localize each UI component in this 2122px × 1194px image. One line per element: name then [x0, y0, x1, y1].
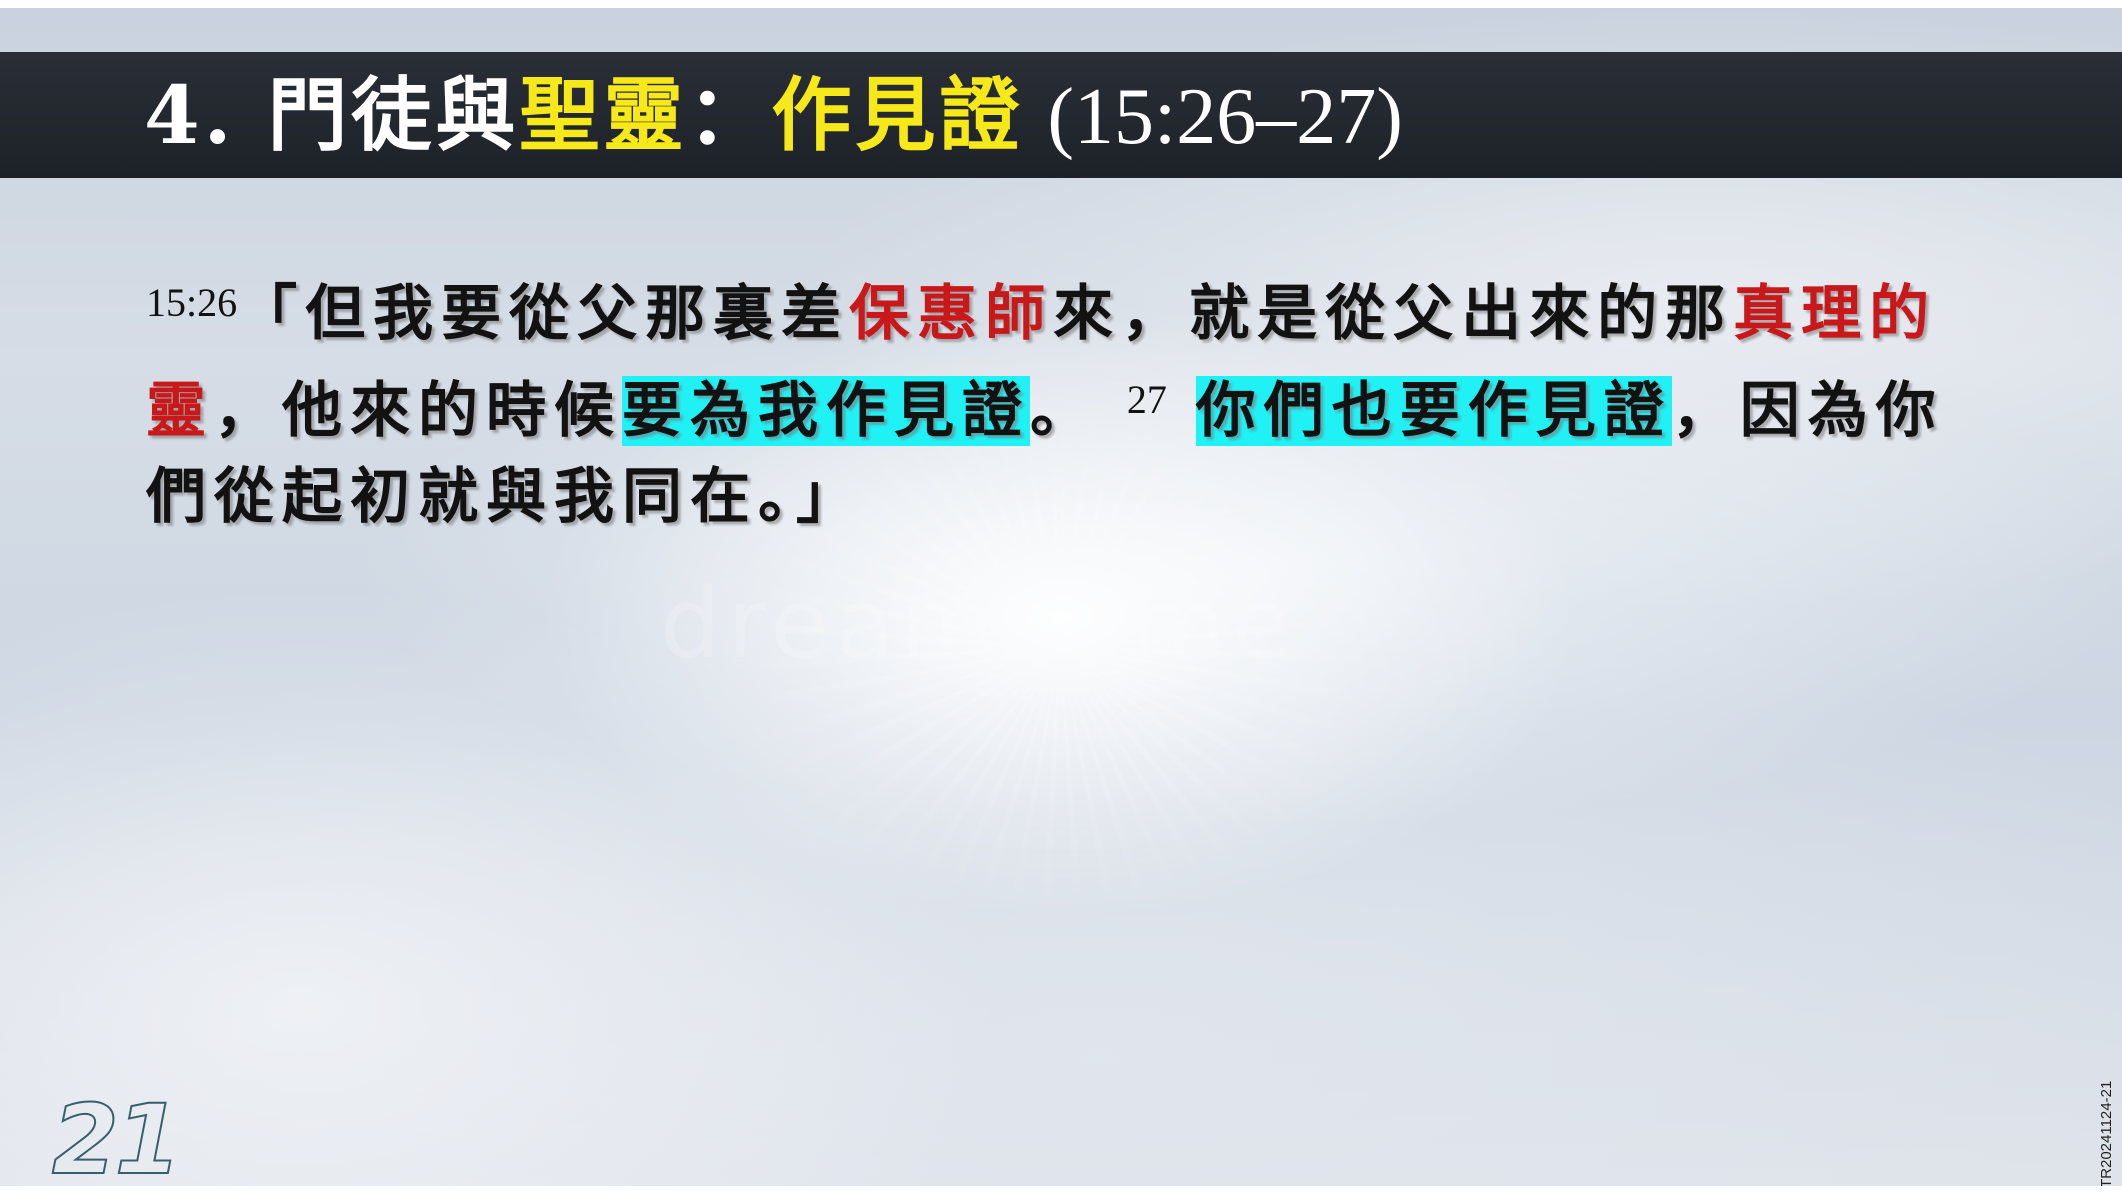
slide: dreamstime 4. 門徒與聖靈：作見證 (15:26–27) 15:26「… — [0, 8, 2122, 1186]
slide-code: TR20241124-21 — [2098, 1080, 2115, 1186]
title-bar: 4. 門徒與聖靈：作見證 (15:26–27) — [0, 52, 2122, 178]
page-number: 21 — [51, 1083, 183, 1186]
verse-text: 15:26「但我要從父那裏差保惠師來，就是從父出來的那真理的靈，他來的時候要為我… — [146, 260, 1976, 540]
verse-segment-2: 來，就是從父出來的那 — [1053, 279, 1734, 349]
title-colon: ： — [687, 68, 772, 162]
title-number: 4. — [144, 68, 236, 162]
title-highlight-witness: 作見證 — [771, 68, 1024, 162]
verse-segment-3: ，他來的時候 — [214, 376, 622, 446]
verse-number-27: 27 — [1126, 377, 1167, 422]
title-reference: (15:26–27) — [1047, 73, 1403, 161]
watermark: dreamstime — [660, 568, 1297, 680]
verse-red-counselor: 保惠師 — [849, 279, 1054, 349]
title-part1: 門徒與 — [267, 68, 520, 162]
verse-segment-1: 「但我要從父那裏差 — [237, 279, 850, 349]
verse-highlight-you-testify: 你們也要作見證 — [1195, 376, 1672, 446]
verse-number-26: 15:26 — [146, 280, 238, 325]
verse-segment-4: 。 — [1030, 376, 1098, 446]
verse-highlight-testify: 要為我作見證 — [622, 376, 1030, 446]
slide-title: 4. 門徒與聖靈：作見證 (15:26–27) — [144, 52, 1403, 178]
title-highlight-holy-spirit: 聖靈 — [519, 68, 688, 162]
